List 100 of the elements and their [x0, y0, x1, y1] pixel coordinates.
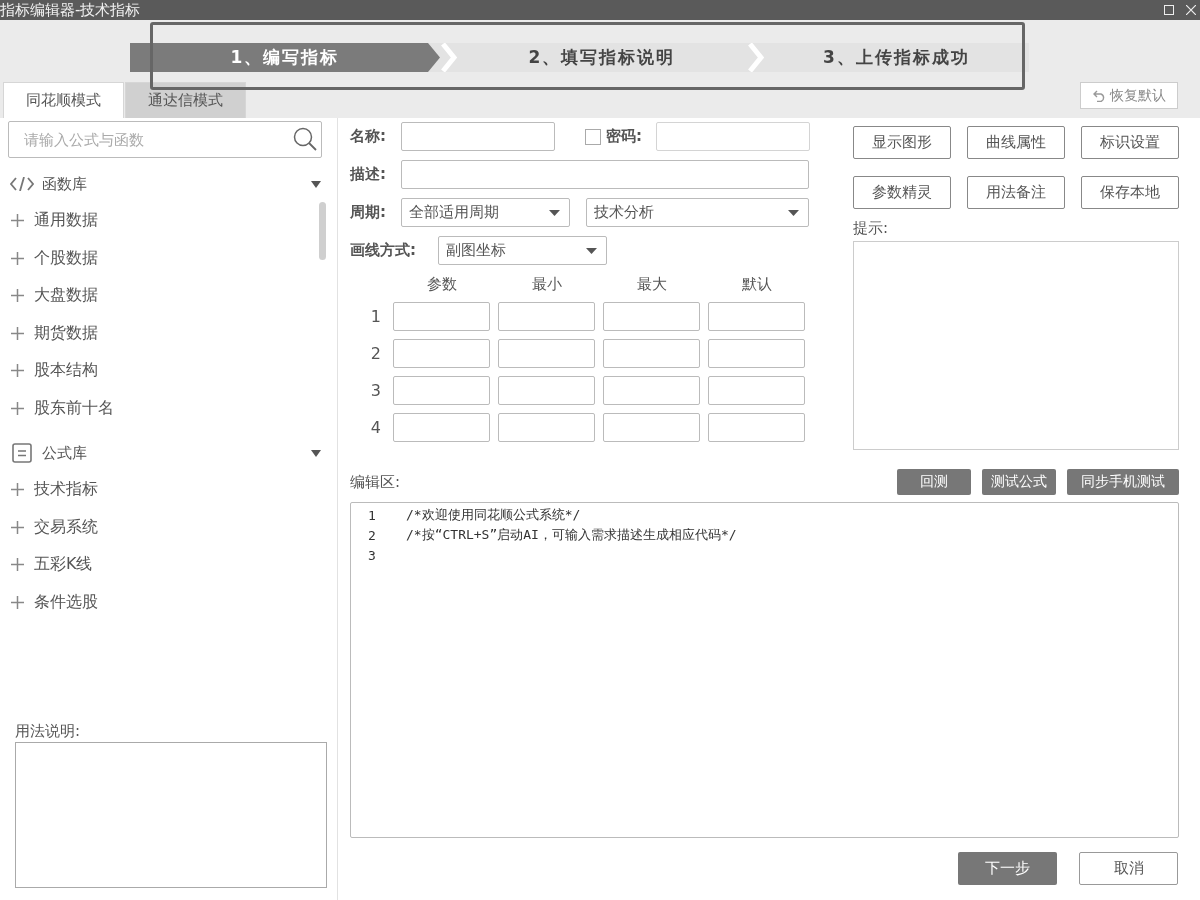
param-field[interactable]	[603, 376, 700, 405]
usage-box[interactable]	[15, 742, 327, 888]
cancel-button[interactable]: 取消	[1079, 852, 1178, 885]
param-field[interactable]	[393, 376, 490, 405]
checkbox[interactable]	[585, 128, 601, 145]
param-field[interactable]	[393, 302, 490, 331]
undo-icon	[1092, 89, 1106, 102]
plus-icon	[11, 401, 24, 415]
column-header: 默认	[741, 274, 772, 294]
row-number: 2	[370, 344, 381, 363]
library-item[interactable]: 股东前十名	[0, 389, 337, 427]
scrollbar-thumb[interactable]	[319, 202, 326, 260]
action-button[interactable]: 参数精灵	[853, 176, 951, 209]
usage-label: 用法说明:	[15, 721, 81, 741]
caret-icon	[549, 209, 560, 216]
code-line: /*欢迎使用同花顺公式系统*/	[406, 506, 581, 524]
close-icon[interactable]	[1186, 5, 1196, 15]
library-item[interactable]: 五彩K线	[0, 546, 337, 584]
category-dropdown[interactable]: 技术分析	[586, 198, 809, 227]
param-field[interactable]	[603, 339, 700, 368]
library-item[interactable]: 个股数据	[0, 239, 337, 277]
restore-default-button[interactable]: 恢复默认	[1080, 82, 1178, 109]
field-label: 名称:	[350, 127, 387, 146]
action-button[interactable]: 显示图形	[853, 126, 951, 159]
plus-icon	[11, 364, 24, 378]
library-item[interactable]: 交易系统	[0, 508, 337, 546]
editor-button[interactable]: 回测	[897, 469, 971, 495]
action-button[interactable]: 曲线属性	[967, 126, 1065, 159]
mode-tab[interactable]: 通达信模式	[125, 82, 246, 118]
column-header: 最大	[636, 274, 667, 294]
line-number: 3	[368, 547, 377, 563]
code-line: /*按“CTRL+S”启动AI，可输入需求描述生成相应代码*/	[406, 526, 737, 544]
row-number: 3	[370, 381, 381, 400]
plus-icon	[11, 326, 24, 340]
library-item[interactable]: 大盘数据	[0, 277, 337, 315]
library-item[interactable]: 通用数据	[0, 202, 337, 240]
param-field[interactable]	[708, 376, 805, 405]
caret-icon	[586, 247, 597, 254]
password-field[interactable]	[656, 122, 810, 151]
code-icon	[10, 177, 34, 191]
section-header[interactable]: 公式库	[0, 435, 337, 471]
chevron-icon	[440, 43, 457, 72]
row-number: 4	[370, 418, 381, 437]
editor-button[interactable]: 同步手机测试	[1067, 469, 1179, 495]
column-header: 参数	[426, 274, 457, 294]
name-field[interactable]	[401, 122, 555, 151]
step-tab[interactable]: 2、填写指标说明	[457, 43, 747, 72]
library-item[interactable]: 条件选股	[0, 583, 337, 621]
maximize-icon[interactable]	[1164, 5, 1174, 15]
action-button[interactable]: 保存本地	[1081, 176, 1179, 209]
field-label: 画线方式:	[350, 241, 417, 260]
library-item[interactable]: 期货数据	[0, 314, 337, 352]
library-item[interactable]: 股本结构	[0, 352, 337, 390]
draw-mode-dropdown[interactable]: 副图坐标	[438, 236, 607, 265]
row-number: 1	[370, 307, 381, 326]
param-field[interactable]	[498, 339, 595, 368]
param-field[interactable]	[603, 302, 700, 331]
window-title: 指标编辑器-技术指标	[0, 0, 141, 20]
field-label: 周期:	[350, 203, 387, 222]
period-dropdown[interactable]: 全部适用周期	[401, 198, 570, 227]
action-button[interactable]: 用法备注	[967, 176, 1065, 209]
caret-icon	[788, 209, 799, 216]
param-field[interactable]	[708, 413, 805, 442]
search-field[interactable]: 请输入公式与函数	[8, 121, 322, 158]
hint-label: 提示:	[853, 218, 889, 238]
editor-label: 编辑区:	[350, 472, 401, 492]
search-icon[interactable]	[293, 127, 317, 151]
plus-icon	[11, 251, 24, 265]
param-field[interactable]	[498, 376, 595, 405]
next-button[interactable]: 下一步	[958, 852, 1057, 885]
param-field[interactable]	[498, 413, 595, 442]
field-label: 描述:	[350, 165, 387, 184]
chevron-icon	[747, 43, 764, 72]
hint-box[interactable]	[853, 241, 1179, 450]
plus-icon	[11, 214, 24, 228]
step-tab[interactable]: 1、编写指标	[130, 43, 440, 72]
param-field[interactable]	[498, 302, 595, 331]
param-field[interactable]	[708, 339, 805, 368]
column-header: 最小	[531, 274, 562, 294]
line-number: 2	[368, 527, 377, 543]
mode-tab[interactable]: 同花顺模式	[3, 82, 124, 118]
plus-icon	[11, 289, 24, 303]
library-item[interactable]: 技术指标	[0, 471, 337, 509]
param-field[interactable]	[393, 339, 490, 368]
code-editor[interactable]: 1 /*欢迎使用同花顺公式系统*/ 2 /*按“CTRL+S”启动AI，可输入需求描述生成相应代码*/ 3	[350, 502, 1179, 838]
plus-icon	[11, 483, 24, 497]
action-button[interactable]: 标识设置	[1081, 126, 1179, 159]
field-label: 密码:	[606, 127, 642, 146]
line-number: 1	[368, 507, 377, 523]
step-tab[interactable]: 3、上传指标成功	[764, 43, 1029, 72]
param-field[interactable]	[393, 413, 490, 442]
param-field[interactable]	[603, 413, 700, 442]
document-icon	[12, 443, 32, 463]
plus-icon	[11, 520, 24, 534]
param-field[interactable]	[708, 302, 805, 331]
editor-button[interactable]: 测试公式	[982, 469, 1056, 495]
plus-icon	[11, 595, 24, 609]
section-header[interactable]: 函数库	[0, 166, 337, 202]
description-field[interactable]	[401, 160, 809, 189]
plus-icon	[11, 558, 24, 572]
